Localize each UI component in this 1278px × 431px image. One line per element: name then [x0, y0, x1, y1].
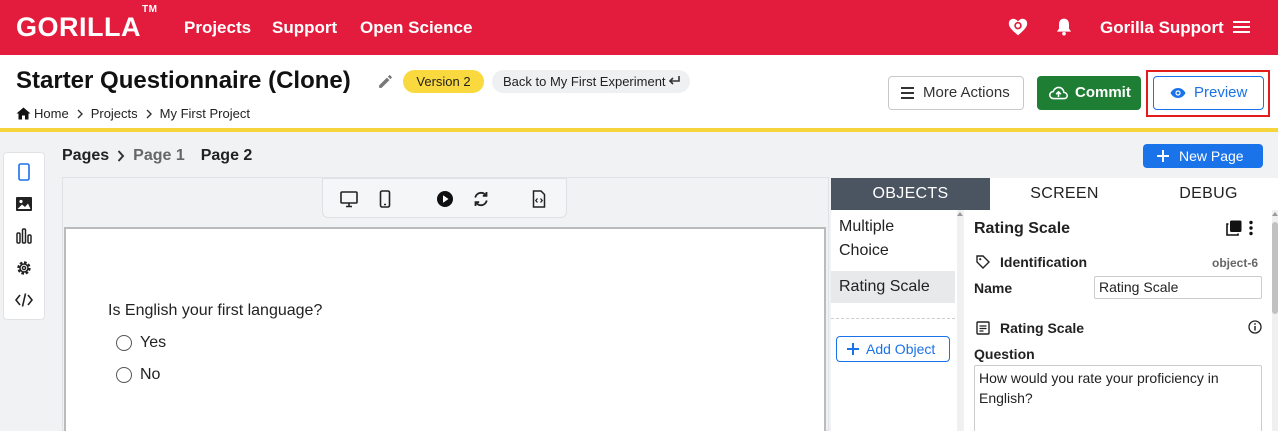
identification-label: Identification — [1000, 254, 1088, 270]
radio-option-label: Yes — [140, 334, 167, 351]
code-file-icon[interactable] — [530, 190, 548, 208]
page-tab-2[interactable]: Page 2 — [201, 147, 253, 165]
radio-option-no[interactable]: No — [116, 366, 160, 384]
chevron-right-icon — [117, 150, 125, 162]
gear-icon[interactable] — [15, 259, 33, 277]
panel-tabs: OBJECTS SCREEN DEBUG — [831, 178, 1278, 210]
question-text: Is English your first language? — [108, 302, 323, 319]
kebab-menu-icon[interactable] — [1248, 220, 1254, 236]
task-header: Starter Questionnaire (Clone) Version 2 … — [0, 55, 1278, 132]
copy-icon[interactable] — [1226, 220, 1242, 236]
rating-scale-section-header[interactable]: Rating Scale — [976, 320, 1084, 336]
preview-button[interactable]: Preview — [1153, 76, 1264, 110]
tab-objects[interactable]: OBJECTS — [831, 178, 990, 210]
new-page-button[interactable]: New Page — [1143, 144, 1263, 168]
nav-support[interactable]: Support — [272, 18, 337, 38]
breadcrumb-projects[interactable]: Projects — [91, 106, 138, 121]
chevron-right-icon — [146, 109, 152, 118]
identification-section-header[interactable]: Identification — [976, 254, 1087, 270]
object-list-scrollbar[interactable] — [957, 210, 963, 431]
page-title: Starter Questionnaire (Clone) — [16, 67, 351, 94]
add-object-label: Add Object — [866, 341, 936, 357]
more-actions-button[interactable]: More Actions — [888, 76, 1024, 110]
radio-option-yes[interactable]: Yes — [116, 334, 166, 352]
nav-projects[interactable]: Projects — [184, 18, 251, 38]
radio-option-label: No — [140, 366, 161, 383]
image-icon[interactable] — [15, 195, 33, 213]
bell-icon[interactable] — [1054, 16, 1074, 38]
scrollbar-thumb[interactable] — [1272, 222, 1278, 314]
new-page-label: New Page — [1179, 148, 1244, 164]
name-label: Name — [974, 280, 1013, 296]
breadcrumb: Home Projects My First Project — [16, 106, 250, 121]
question-textarea[interactable]: How would you rate your proficiency in E… — [974, 365, 1262, 431]
plus-icon — [847, 343, 859, 355]
commit-label: Commit — [1075, 84, 1131, 101]
form-icon — [976, 321, 990, 335]
radio-button[interactable] — [116, 335, 132, 351]
object-list: Multiple Choice Rating Scale Add Object — [831, 210, 963, 431]
refresh-icon[interactable] — [472, 190, 490, 208]
question-label: Question — [974, 346, 1035, 362]
bar-chart-icon[interactable] — [15, 227, 33, 245]
chevron-right-icon — [77, 109, 83, 118]
object-item-rating-scale[interactable]: Rating Scale — [831, 271, 955, 303]
back-to-experiment-label: Back to My First Experiment — [503, 74, 666, 89]
object-item-multiple-choice[interactable]: Multiple Choice — [831, 215, 941, 263]
cloud-upload-icon — [1049, 86, 1068, 100]
selected-object-title: Rating Scale — [974, 220, 1071, 237]
canvas-toolbar — [322, 178, 567, 218]
list-icon — [901, 87, 914, 99]
breadcrumb-my-first-project[interactable]: My First Project — [160, 106, 250, 121]
left-toolbar — [3, 152, 45, 320]
preview-label: Preview — [1194, 84, 1248, 101]
desktop-icon[interactable] — [340, 190, 358, 208]
version-badge: Version 2 — [403, 70, 484, 93]
mobile-icon[interactable] — [376, 190, 394, 208]
pencil-icon[interactable] — [377, 73, 394, 90]
code-icon[interactable] — [15, 291, 33, 309]
scroll-up-arrow-icon[interactable] — [1272, 212, 1278, 216]
tab-screen[interactable]: SCREEN — [990, 178, 1139, 210]
gorilla-logo[interactable]: GORILLATM — [16, 4, 157, 43]
scroll-up-arrow-icon[interactable] — [957, 212, 963, 216]
top-nav: GORILLATM Projects Support Open Science … — [0, 0, 1278, 55]
properties-scrollbar[interactable] — [1272, 210, 1278, 431]
add-object-button[interactable]: Add Object — [836, 336, 950, 362]
radio-button[interactable] — [116, 367, 132, 383]
tab-debug[interactable]: DEBUG — [1139, 178, 1278, 210]
back-to-experiment-button[interactable]: Back to My First Experiment — [492, 70, 690, 93]
info-icon[interactable] — [1248, 320, 1262, 334]
rating-scale-section-label: Rating Scale — [1000, 320, 1085, 336]
user-menu[interactable]: Gorilla Support — [1100, 18, 1224, 38]
commit-button[interactable]: Commit — [1037, 76, 1141, 110]
pages-label: Pages — [62, 147, 110, 164]
plus-icon — [1157, 150, 1169, 162]
nav-open-science[interactable]: Open Science — [360, 18, 472, 38]
home-icon — [16, 107, 31, 120]
return-arrow-icon — [668, 76, 680, 85]
page-preview-canvas — [64, 227, 826, 431]
page-icon[interactable] — [15, 163, 33, 181]
properties-panel: Rating Scale Identification object-6 Nam… — [964, 210, 1272, 431]
name-input[interactable]: Rating Scale — [1094, 276, 1262, 299]
breadcrumb-home[interactable]: Home — [34, 106, 69, 121]
more-actions-label: More Actions — [923, 84, 1010, 101]
eye-icon — [1170, 88, 1186, 98]
pages-breadcrumb: Pages Page 1 Page 2 — [62, 147, 252, 165]
tag-icon — [976, 255, 990, 269]
divider — [831, 318, 955, 319]
heart-icon[interactable] — [1007, 16, 1029, 38]
page-tab-1[interactable]: Page 1 — [133, 147, 185, 165]
play-icon[interactable] — [436, 190, 454, 208]
object-id: object-6 — [1211, 256, 1258, 270]
hamburger-menu-icon[interactable] — [1233, 19, 1250, 35]
